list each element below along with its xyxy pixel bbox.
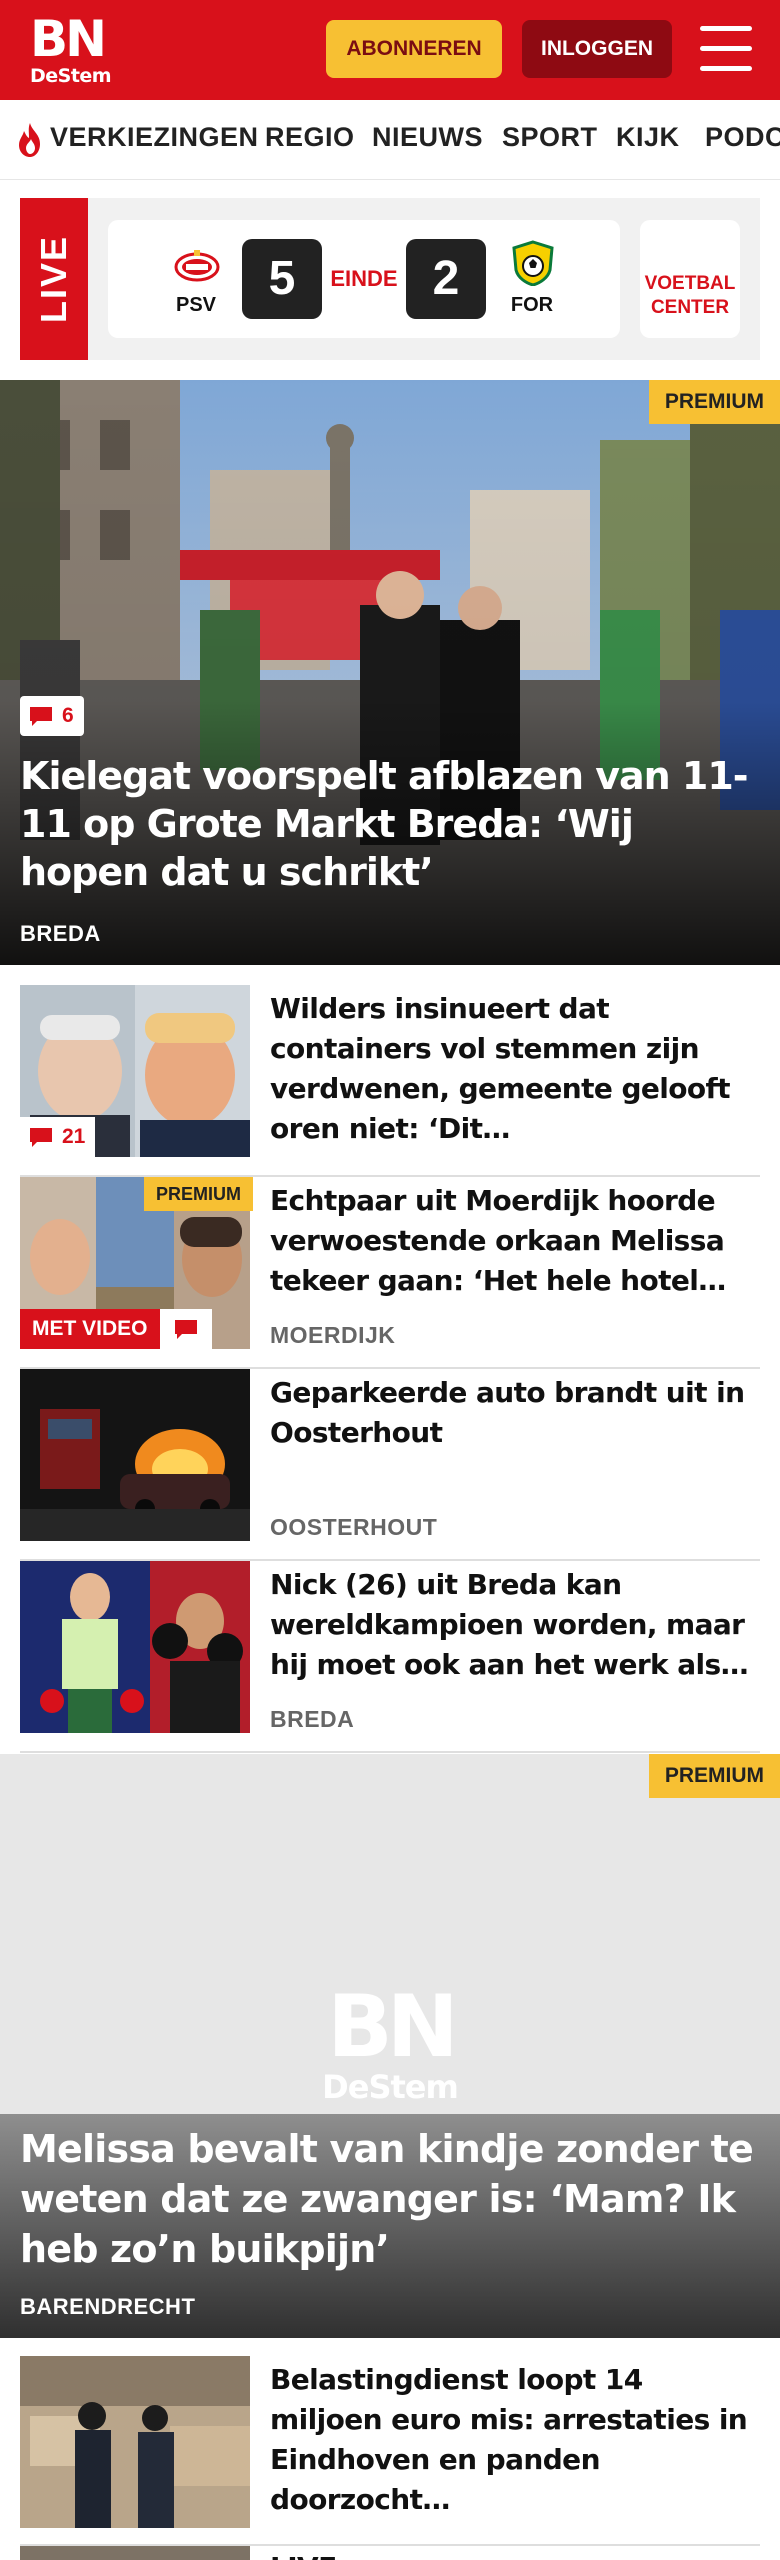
comment-count-badge[interactable] — [160, 1309, 212, 1349]
premium-badge: PREMIUM — [144, 1177, 253, 1211]
main-nav: VERKIEZINGEN REGIO NIEUWS SPORT KIJK POD… — [0, 100, 780, 180]
article-list-item[interactable]: Geparkeerde auto brandt uit in Oosterhou… — [20, 1369, 760, 1561]
article-list-item[interactable]: Belastingdienst loopt 14 miljoen euro mi… — [20, 2356, 760, 2546]
psv-club-logo — [174, 250, 220, 282]
live-label: LIVE — [33, 234, 74, 324]
comment-count: 6 — [62, 704, 74, 727]
article-thumbnail — [20, 1561, 250, 1733]
article-location: BREDA — [270, 1706, 355, 1732]
featured-article[interactable]: PREMIUM BN DeStem Melissa bevalt van kin… — [0, 1754, 780, 2338]
fortuna-club-logo — [512, 240, 554, 286]
login-button[interactable]: INLOGGEN — [522, 20, 672, 78]
nav-item-kijk[interactable]: KIJK — [616, 122, 680, 153]
voetbal-center-line1: VOETBAL — [644, 272, 736, 294]
away-team-name: FOR — [510, 294, 554, 316]
voetbal-center-line2: CENTER — [650, 296, 730, 318]
nav-item-podcasts[interactable]: PODC — [705, 122, 780, 153]
premium-badge: PREMIUM — [648, 380, 780, 424]
watermark-text: BN — [327, 1977, 459, 2077]
watermark-subtext: DeStem — [322, 2068, 459, 2106]
live-score-panel: LIVE PSV 5 EINDE 2 FOR VOETBAL CENTER — [20, 198, 760, 360]
article-list-item[interactable]: 21 Wilders insinueert dat containers vol… — [20, 985, 760, 1177]
article-list-item[interactable]: PREMIUM MET VIDEO Echtpaar uit Moerdijk … — [20, 1177, 760, 1369]
nav-item-regio[interactable]: REGIO — [265, 122, 355, 153]
hero-article[interactable]: PREMIUM 6 Kielegat voorspelt afblazen va… — [0, 380, 780, 965]
article-thumbnail — [20, 2356, 250, 2528]
logo-text: BN — [30, 10, 107, 68]
match-status: EINDE — [330, 266, 398, 291]
article-thumbnail — [20, 2546, 250, 2560]
bn-destem-watermark-logo: BN DeStem — [320, 1984, 460, 2104]
comment-count-badge[interactable]: 21 — [20, 1117, 96, 1157]
live-tag: LIVE — [20, 198, 88, 360]
article-headline[interactable]: Geparkeerde auto brandt uit in Oosterhou… — [270, 1373, 760, 1453]
nav-item-sport[interactable]: SPORT — [502, 122, 598, 153]
comment-icon — [175, 1320, 197, 1339]
voetbal-center-button[interactable]: VOETBAL CENTER — [640, 220, 740, 338]
video-badge: MET VIDEO — [20, 1309, 160, 1349]
article-list-item[interactable]: Nick (26) uit Breda kan wereldkampioen w… — [20, 1561, 760, 1753]
article-location: MOERDIJK — [270, 1322, 396, 1348]
article-headline[interactable]: LIVE — [270, 2548, 760, 2560]
away-score: 2 — [406, 239, 486, 319]
article-headline[interactable]: Echtpaar uit Moerdijk hoorde verwoestend… — [270, 1181, 760, 1301]
article-headline[interactable]: Nick (26) uit Breda kan wereldkampioen w… — [270, 1565, 760, 1685]
article-headline[interactable]: Wilders insinueert dat containers vol st… — [270, 989, 760, 1149]
premium-badge: PREMIUM — [648, 1754, 780, 1798]
comment-icon — [30, 707, 52, 726]
subscribe-button[interactable]: ABONNEREN — [326, 20, 502, 78]
article-headline[interactable]: Belastingdienst loopt 14 miljoen euro mi… — [270, 2360, 760, 2520]
comment-count-badge[interactable]: 6 — [20, 696, 84, 736]
article-thumbnail — [20, 1369, 250, 1541]
home-score: 5 — [242, 239, 322, 319]
hamburger-menu-icon[interactable] — [700, 26, 752, 72]
comment-icon — [30, 1128, 52, 1147]
hero-headline[interactable]: Kielegat voorspelt afblazen van 11-11 op… — [20, 752, 760, 896]
nav-item-verkiezingen[interactable]: VERKIEZINGEN — [50, 122, 259, 153]
bn-destem-logo[interactable]: BN DeStem — [30, 10, 112, 87]
featured-headline[interactable]: Melissa bevalt van kindje zonder te wete… — [20, 2124, 760, 2274]
site-header: BN DeStem ABONNEREN INLOGGEN — [0, 0, 780, 100]
hero-location: BREDA — [20, 921, 101, 946]
logo-subtext: DeStem — [30, 65, 112, 87]
comment-count: 21 — [62, 1125, 86, 1148]
nav-item-nieuws[interactable]: NIEUWS — [372, 122, 483, 153]
flame-icon — [19, 123, 40, 157]
article-list-item[interactable]: LIVE — [20, 2546, 760, 2560]
article-location: OOSTERHOUT — [270, 1514, 438, 1540]
featured-location: BARENDRECHT — [20, 2294, 196, 2319]
match-score-card[interactable]: PSV 5 EINDE 2 FOR — [108, 220, 620, 338]
home-team-name: PSV — [175, 294, 217, 316]
